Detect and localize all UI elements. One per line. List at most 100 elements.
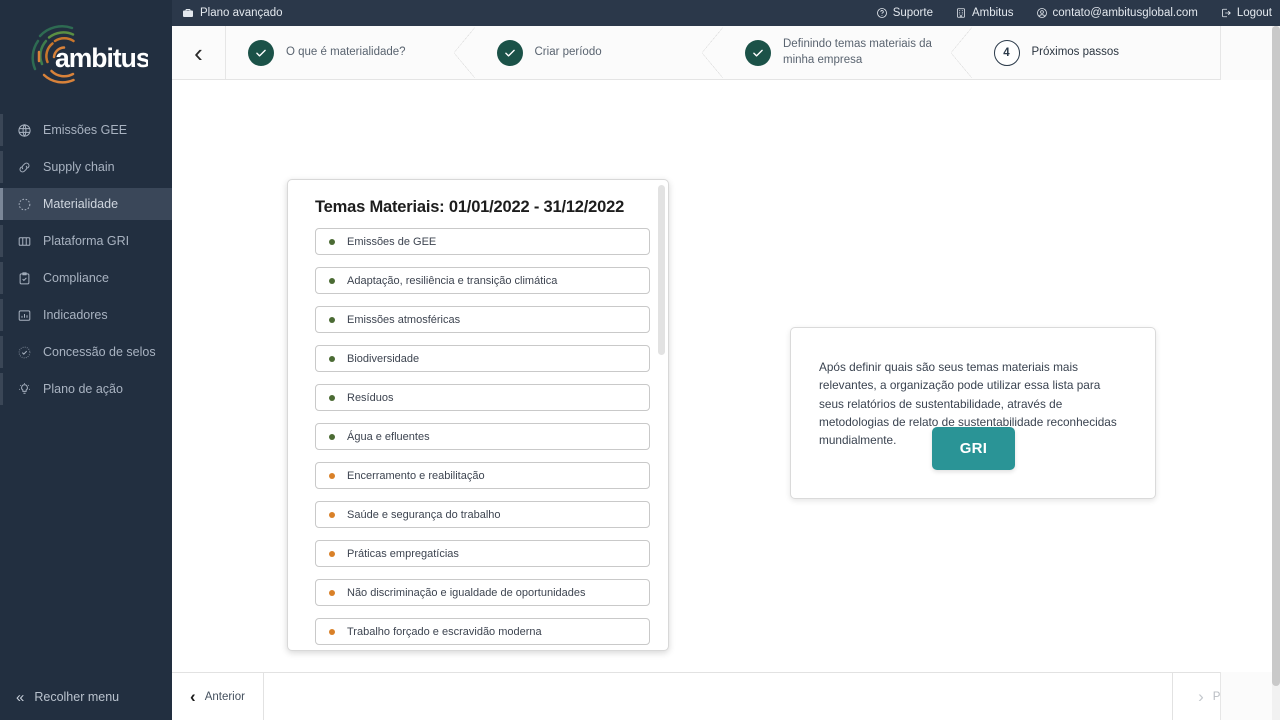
sidebar-item-supply-chain[interactable]: Supply chain (0, 151, 172, 183)
list-item-label: Práticas empregatícias (347, 547, 459, 560)
list-item[interactable]: Práticas empregatícias (315, 540, 650, 567)
sidebar-nav: Emissões GEE Supply chain Materialidade (0, 114, 172, 405)
sidebar-item-emissoes-gee[interactable]: Emissões GEE (0, 114, 172, 146)
stepper-step-label: Próximos passos (1031, 45, 1120, 58)
list-item[interactable]: Biodiversidade (315, 345, 650, 372)
list-item-label: Resíduos (347, 391, 394, 404)
plan-badge: Plano avançado (182, 7, 282, 19)
list-item[interactable]: Adaptação, resiliência e transição climá… (315, 267, 650, 294)
sidebar-item-label: Materialidade (43, 197, 119, 211)
logout-icon (1220, 7, 1232, 19)
list-item-label: Encerramento e reabilitação (347, 469, 485, 482)
chevron-left-icon: ‹ (190, 687, 196, 706)
stepper-step-3[interactable]: Definindo temas materiais da minha empre… (723, 26, 972, 79)
stepper-step-label: Definindo temas materiais da minha empre… (783, 37, 932, 66)
collapse-menu-button[interactable]: « Recolher menu (0, 674, 172, 720)
main-content: Temas Materiais: 01/01/2022 - 31/12/2022… (172, 80, 1280, 672)
collapse-menu-label: Recolher menu (34, 690, 120, 704)
sidebar-item-label: Emissões GEE (43, 123, 128, 137)
sidebar-item-compliance[interactable]: Compliance (0, 262, 172, 294)
list-item[interactable]: Saúde e segurança do trabalho (315, 501, 650, 528)
bullet-dot-icon (329, 550, 335, 557)
list-item[interactable]: Emissões atmosféricas (315, 306, 650, 333)
bullet-dot-icon (329, 355, 335, 362)
material-list-scrollbar-thumb[interactable] (658, 185, 665, 355)
dotted-circle-icon (15, 195, 33, 213)
ambitus-fingerprint-logo: ambitus (31, 25, 148, 84)
list-item[interactable]: Não discriminação e igualdade de oportun… (315, 579, 650, 606)
material-themes-card: Temas Materiais: 01/01/2022 - 31/12/2022… (287, 179, 669, 651)
user-circle-icon (1036, 7, 1048, 19)
stepper-step-1[interactable]: O que é materialidade? (226, 26, 475, 79)
footer-nav: ‹ Anterior › Próximo (172, 672, 1280, 720)
lightbulb-icon (15, 380, 33, 398)
columns-icon (15, 232, 33, 250)
bullet-dot-icon (329, 316, 335, 323)
top-bar: Plano avançado Suporte Ambitus contato@a… (172, 0, 1280, 26)
material-themes-title: Temas Materiais: 01/01/2022 - 31/12/2022 (315, 198, 625, 216)
logout-label: Logout (1236, 7, 1272, 19)
footer-spacer (264, 673, 1172, 720)
list-item-label: Saúde e segurança do trabalho (347, 508, 501, 521)
link-icon (15, 158, 33, 176)
sidebar-item-label: Supply chain (43, 160, 115, 174)
page-scrollbar-thumb[interactable] (1272, 26, 1280, 686)
bullet-dot-icon (329, 589, 335, 596)
support-link[interactable]: Suporte (876, 7, 933, 19)
sidebar: ambitus Emissões GEE Supply chain Materi… (0, 0, 172, 720)
step-status-check-icon (248, 39, 274, 66)
bullet-dot-icon (329, 511, 335, 518)
company-link[interactable]: Ambitus (955, 7, 1014, 19)
list-item-label: Água e efluentes (347, 430, 430, 443)
list-item[interactable]: Resíduos (315, 384, 650, 411)
clipboard-check-icon (15, 269, 33, 287)
stepper-step-4[interactable]: 4 Próximos passos (971, 26, 1220, 79)
account-email-label: contato@ambitusglobal.com (1052, 7, 1198, 19)
bullet-dot-icon (329, 238, 335, 245)
list-item-label: Biodiversidade (347, 352, 420, 365)
stepper-step-label: O que é materialidade? (286, 45, 406, 58)
svg-text:ambitus: ambitus (55, 43, 148, 73)
previous-button[interactable]: ‹ Anterior (172, 673, 264, 720)
support-label: Suporte (892, 7, 933, 19)
stepper-steps: O que é materialidade? Criar período Def… (226, 26, 1220, 79)
sidebar-item-label: Concessão de selos (43, 345, 156, 359)
sidebar-item-plano-de-acao[interactable]: Plano de ação (0, 373, 172, 405)
double-chevron-left-icon: « (16, 688, 25, 706)
material-themes-scroll-area[interactable]: Temas Materiais: 01/01/2022 - 31/12/2022… (288, 180, 668, 650)
sidebar-item-materialidade[interactable]: Materialidade (0, 188, 172, 220)
list-item-label: Trabalho forçado e escravidão moderna (347, 625, 542, 638)
main-column: Plano avançado Suporte Ambitus contato@a… (172, 0, 1280, 720)
list-item-label: Emissões de GEE (347, 235, 437, 248)
list-item-label: Não discriminação e igualdade de oportun… (347, 586, 586, 599)
stepper-step-2[interactable]: Criar período (474, 26, 724, 79)
account-email-link[interactable]: contato@ambitusglobal.com (1036, 7, 1198, 19)
stepper-step-label: Criar período (534, 45, 602, 58)
sidebar-item-plataforma-gri[interactable]: Plataforma GRI (0, 225, 172, 257)
help-circle-icon (876, 7, 888, 19)
page-scrollbar-track[interactable] (1272, 26, 1280, 720)
logout-button[interactable]: Logout (1220, 7, 1272, 19)
bar-chart-icon (15, 306, 33, 324)
previous-label: Anterior (204, 690, 245, 703)
sidebar-item-label: Plataforma GRI (43, 234, 130, 248)
list-item[interactable]: Água e efluentes (315, 423, 650, 450)
briefcase-icon (182, 7, 194, 19)
bullet-dot-icon (329, 277, 335, 284)
info-card: Após definir quais são seus temas materi… (790, 327, 1156, 499)
sidebar-item-label: Indicadores (43, 308, 108, 322)
sidebar-item-concessao-de-selos[interactable]: Concessão de selos (0, 336, 172, 368)
list-item-label: Emissões atmosféricas (347, 313, 461, 326)
app-root: ambitus Emissões GEE Supply chain Materi… (0, 0, 1280, 720)
bullet-dot-icon (329, 394, 335, 401)
company-label: Ambitus (971, 7, 1014, 19)
stepper-prev-button[interactable]: ‹ (172, 26, 226, 79)
list-item[interactable]: Encerramento e reabilitação (315, 462, 650, 489)
brand-logo[interactable]: ambitus (0, 0, 172, 110)
list-item[interactable]: Emissões de GEE (315, 228, 650, 255)
list-item[interactable]: Trabalho forçado e escravidão moderna (315, 618, 650, 645)
gri-button[interactable]: GRI (932, 427, 1015, 470)
bullet-dot-icon (329, 472, 335, 479)
sidebar-item-indicadores[interactable]: Indicadores (0, 299, 172, 331)
sidebar-item-label: Compliance (43, 271, 110, 285)
